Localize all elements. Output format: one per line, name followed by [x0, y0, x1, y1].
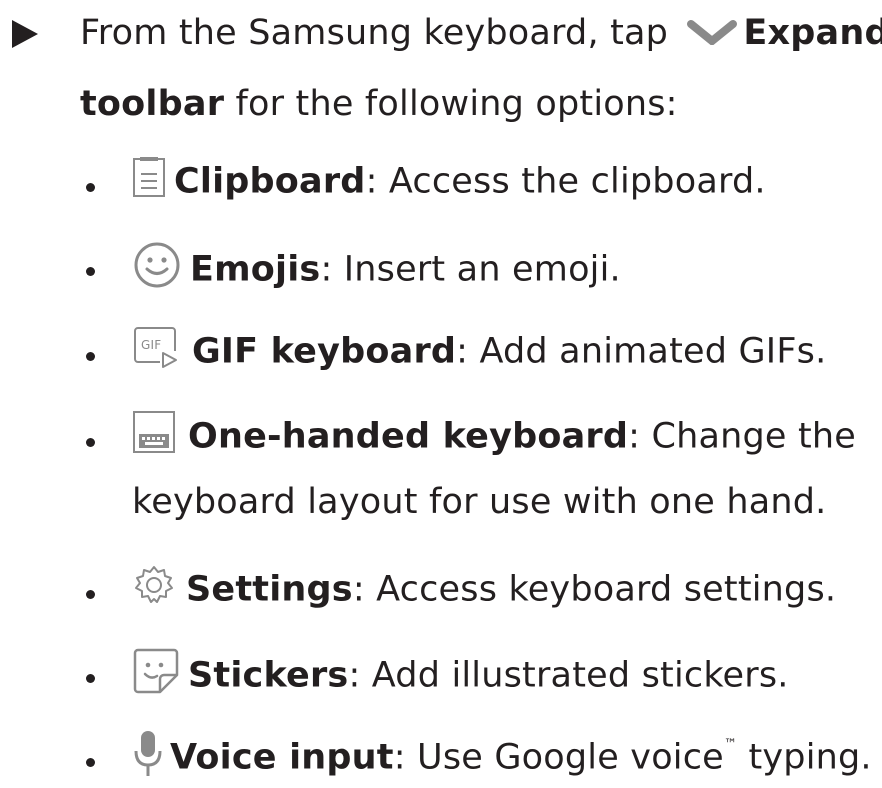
- intro-line-2: toolbar for the following options:: [80, 82, 678, 126]
- list-bullet: [86, 590, 95, 599]
- option-desc: : Use Google voice: [393, 737, 724, 778]
- option-desc: : Add animated GIFs.: [456, 331, 827, 372]
- sticker-icon: [132, 647, 180, 706]
- option-label: Settings: [186, 569, 353, 610]
- triangle-bullet-icon: [12, 20, 38, 48]
- option-label: Emojis: [190, 249, 321, 290]
- expand-label: Expand: [743, 13, 882, 53]
- list-bullet: [86, 183, 95, 192]
- option-label: One-handed keyboard: [188, 416, 629, 457]
- list-bullet: [86, 758, 95, 767]
- svg-text:GIF: GIF: [141, 338, 161, 352]
- gif-icon: GIF: [132, 325, 180, 380]
- list-bullet: [86, 352, 95, 361]
- option-desc: : Insert an emoji.: [320, 249, 621, 290]
- list-bullet: [86, 438, 95, 447]
- option-label: Voice input: [170, 737, 394, 778]
- intro-text-2: for the following options:: [224, 84, 678, 124]
- list-item-gif-keyboard: GIF GIF keyboard: Add animated GIFs.: [132, 325, 826, 380]
- option-desc: : Change the: [628, 416, 857, 457]
- toolbar-label: toolbar: [80, 84, 225, 124]
- trademark-symbol: ™: [723, 737, 738, 752]
- list-item-settings: Settings: Access keyboard settings.: [132, 563, 836, 618]
- list-item-clipboard: Clipboard: Access the clipboard.: [132, 156, 766, 209]
- option-label: Clipboard: [174, 161, 366, 202]
- clipboard-icon: [132, 156, 166, 209]
- list-item-stickers: Stickers: Add illustrated stickers.: [132, 647, 789, 706]
- option-desc-continued: keyboard layout for use with one hand.: [132, 482, 827, 522]
- list-item-voice-input: Voice input: Use Google voice™ typing.: [132, 729, 872, 788]
- microphone-icon: [132, 729, 164, 788]
- list-item-emojis: Emojis: Insert an emoji.: [132, 240, 621, 301]
- one-handed-keyboard-icon: [132, 410, 176, 465]
- list-item-one-handed-keyboard: One-handed keyboard: Change the: [132, 410, 856, 465]
- option-desc: : Add illustrated stickers.: [348, 655, 789, 696]
- emoji-icon: [132, 240, 182, 301]
- option-label: Stickers: [188, 655, 349, 696]
- option-desc: : Access the clipboard.: [365, 161, 766, 202]
- gear-icon: [132, 563, 176, 618]
- list-bullet: [86, 267, 95, 276]
- option-desc-end: typing.: [737, 737, 872, 778]
- intro-line-1: From the Samsung keyboard, tap Expand: [80, 11, 882, 56]
- option-label: GIF keyboard: [192, 331, 457, 372]
- list-bullet: [86, 674, 95, 683]
- chevron-down-icon: [687, 12, 738, 56]
- intro-text: From the Samsung keyboard, tap: [80, 13, 669, 53]
- option-desc: : Access keyboard settings.: [352, 569, 837, 610]
- list-item-one-handed-keyboard-cont: keyboard layout for use with one hand.: [132, 480, 827, 524]
